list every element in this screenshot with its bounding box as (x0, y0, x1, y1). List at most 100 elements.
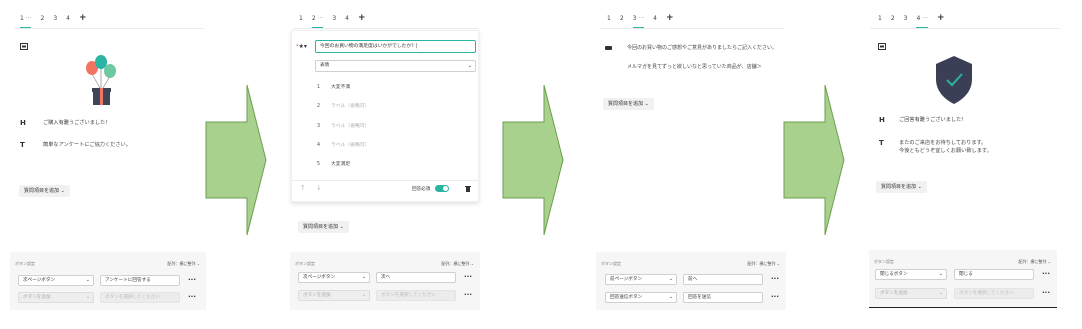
button-settings-label: ボタン設定 (874, 259, 894, 264)
page-tab-3[interactable]: 3 ··· (632, 12, 645, 28)
scale-option-5[interactable]: 5 大変満足 (317, 160, 350, 167)
page-tab-3[interactable]: 3 (53, 12, 57, 28)
button-type-select[interactable]: 前ページボタン ⌄ (605, 274, 677, 285)
chevron-down-icon: ⌄ (339, 224, 344, 230)
question-input[interactable]: 今回のお買い物の満足度はいかがでしたか？| (315, 40, 476, 53)
answer-type-select[interactable]: 表情 ⌄ (315, 60, 476, 72)
add-button-select[interactable]: ボタンを追加 ⌄ (298, 290, 370, 301)
button-settings: ボタン設定 配列：横に整列 ⌄ 閉じるボタン ⌄ 閉じる ··· ボタンを追加 ⌄ … (869, 250, 1057, 308)
scale-option-3[interactable]: 3 ラベル（省略可） (317, 122, 369, 129)
textarea-icon[interactable] (605, 46, 612, 50)
page-tabs: 1 2 3 4 ··· + (878, 12, 954, 28)
button-type-select-2[interactable]: 回答送信ボタン ⌄ (605, 292, 677, 303)
button-settings-label: ボタン設定 (295, 261, 315, 266)
sort-select[interactable]: 配列：横に整列 ⌄ (1018, 259, 1051, 265)
scale-option-4[interactable]: 4 ラベル（省略可） (317, 141, 369, 148)
tab-divider (870, 28, 1060, 29)
page-tab-1[interactable]: 1 (299, 12, 303, 28)
required-toggle[interactable] (435, 185, 449, 192)
page-tabs: 1 ··· 2 3 4 + (20, 12, 96, 28)
more-icon[interactable]: ··· (1042, 270, 1050, 278)
add-question-button[interactable]: 質問項目を追加 ⌄ (298, 221, 349, 233)
body-text-1[interactable]: またのご来店をお待ちしております。 (899, 139, 986, 147)
add-button-select[interactable]: ボタンを追加 ⌄ (875, 288, 947, 299)
page-tab-4[interactable]: 4 (66, 12, 70, 28)
sort-select[interactable]: 配列：横に整列 ⌄ (747, 261, 780, 267)
button-settings-label: ボタン設定 (15, 261, 35, 266)
page-tab-2[interactable]: 2 (891, 12, 895, 28)
question-editor-card (291, 30, 479, 202)
add-page-button[interactable]: + (666, 12, 674, 28)
more-icon[interactable]: ··· (188, 276, 196, 284)
button-type-select[interactable]: 次ページボタン ⌄ (298, 272, 370, 283)
page-tab-1[interactable]: 1 (878, 12, 882, 28)
question-type-icon[interactable]: *★▾ (296, 43, 307, 51)
page-tab-1[interactable]: 1 (607, 12, 611, 28)
button-label-input[interactable]: 閉じる (954, 269, 1034, 280)
more-icon[interactable]: ··· (1042, 289, 1050, 297)
sort-select[interactable]: 配列：横に整列 ⌄ (167, 261, 200, 267)
page-tab-4[interactable]: 4 ··· (916, 12, 928, 28)
button-label-input-disabled[interactable]: ボタンを選択してください (954, 288, 1034, 299)
sort-select[interactable]: 配列：横に整列 ⌄ (441, 261, 474, 267)
chevron-down-icon: ⌄ (776, 261, 780, 266)
chevron-down-icon: ⌄ (644, 101, 649, 107)
add-page-button[interactable]: + (79, 12, 87, 28)
page-tab-3[interactable]: 3 (904, 12, 908, 28)
button-settings: ボタン設定 配列：横に整列 ⌄ 次ページボタン ⌄ アンケートに回答する ··· … (10, 252, 206, 310)
button-label-input[interactable]: アンケートに回答する (100, 275, 180, 286)
chevron-down-icon: ⌄ (470, 261, 474, 266)
button-label-input[interactable]: 次へ (376, 272, 456, 283)
question-text[interactable]: 今回のお買い物のご感想やご意見がありましたらご記入ください。 (627, 44, 777, 52)
page-tab-2[interactable]: 2 ··· (311, 12, 324, 28)
required-label: 回答必須 (412, 187, 431, 192)
more-icon[interactable]: ··· (464, 291, 472, 299)
move-down-icon[interactable]: ↓ (316, 184, 322, 192)
sample-answer-text[interactable]: メルマガを見てずっと欲しいなと思っていた商品が、店舗＞ (627, 63, 762, 71)
scale-option-2[interactable]: 2 ラベル（省略可） (317, 102, 369, 109)
text-icon[interactable]: T (20, 141, 25, 150)
heading-text[interactable]: ご回答有難うございました！ (899, 116, 966, 124)
button-label-input-2[interactable]: 回答を送信 (683, 292, 763, 303)
button-label-input[interactable]: 前へ (683, 274, 763, 285)
add-page-button[interactable]: + (937, 12, 945, 28)
page-tab-1[interactable]: 1 ··· (20, 12, 32, 28)
button-type-select[interactable]: 閉じるボタン ⌄ (875, 269, 947, 280)
image-icon[interactable] (878, 43, 886, 50)
flow-arrow (502, 84, 564, 236)
chevron-down-icon: ⌄ (361, 292, 366, 298)
page-tab-2[interactable]: 2 (40, 12, 44, 28)
trash-icon[interactable] (465, 185, 471, 192)
scale-option-1[interactable]: 1 大変不満 (317, 83, 350, 90)
page-tab-3[interactable]: 3 (332, 12, 336, 28)
page-tabs: 1 2 3 ··· 4 + (607, 12, 683, 28)
button-label-input-disabled[interactable]: ボタンを選択してください (100, 292, 180, 303)
editor-divider (292, 180, 478, 181)
more-icon[interactable]: ··· (464, 273, 472, 281)
add-page-button[interactable]: + (358, 12, 366, 28)
heading-text[interactable]: ご購入有難うございました！ (43, 119, 110, 127)
body-text[interactable]: 簡単なアンケートにご協力ください。 (43, 141, 131, 149)
more-icon[interactable]: ··· (771, 275, 779, 283)
add-question-button[interactable]: 質問項目を追加 ⌄ (19, 185, 70, 197)
page-tab-4[interactable]: 4 (653, 12, 657, 28)
gift-balloons-illustration (86, 55, 116, 105)
text-icon[interactable]: T (879, 139, 884, 148)
heading-icon[interactable]: H (20, 119, 26, 128)
more-icon[interactable]: ··· (771, 293, 779, 301)
heading-icon[interactable]: H (879, 116, 885, 125)
add-question-button[interactable]: 質問項目を追加 ⌄ (603, 98, 654, 110)
page-tab-4[interactable]: 4 (345, 12, 349, 28)
button-type-select[interactable]: 次ページボタン ⌄ (18, 275, 94, 286)
add-button-select[interactable]: ボタンを追加 ⌄ (18, 292, 94, 303)
tab-divider (600, 28, 785, 29)
page-tab-2[interactable]: 2 (620, 12, 624, 28)
move-up-icon[interactable]: ↑ (300, 184, 306, 192)
image-icon[interactable] (20, 43, 28, 50)
button-label-input-disabled[interactable]: ボタンを選択してください (376, 290, 456, 301)
chevron-down-icon: ⌄ (917, 184, 922, 190)
body-text-2[interactable]: 今後ともどうぞ宜しくお願い致します。 (899, 147, 992, 155)
add-question-button[interactable]: 質問項目を追加 ⌄ (876, 181, 927, 193)
tab-divider (14, 28, 204, 29)
more-icon[interactable]: ··· (188, 293, 196, 301)
